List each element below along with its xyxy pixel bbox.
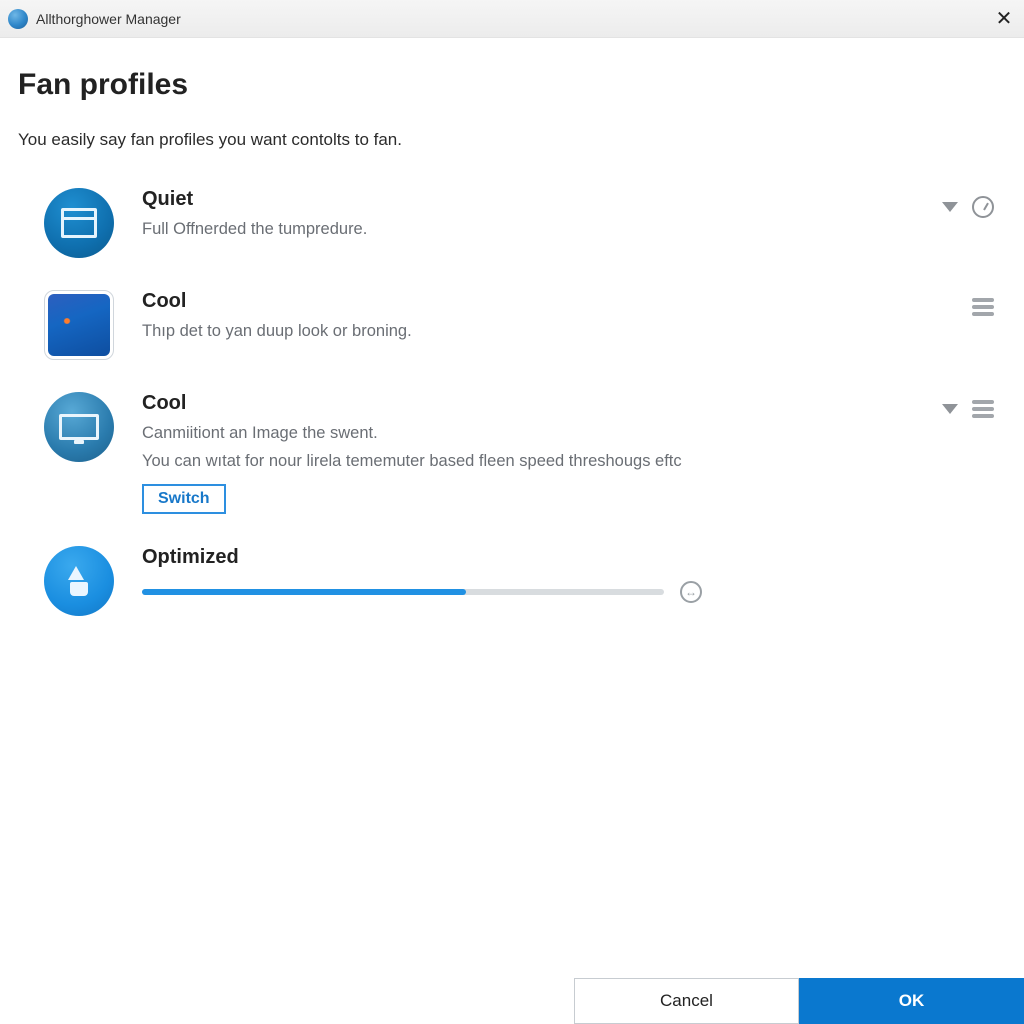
profile-desc-secondary: You can wıtat for nour lirela tememuter …: [142, 449, 942, 475]
profile-row-cool-a[interactable]: Cool Thıp det to yan duup look or bronin…: [18, 280, 1006, 382]
close-icon[interactable]: ✕: [990, 4, 1018, 32]
profile-desc: Full Offnerded the tumpredure.: [142, 217, 942, 243]
stack-icon[interactable]: [972, 298, 994, 316]
profile-title: Optimized: [142, 546, 1006, 569]
optimized-slider[interactable]: [142, 589, 664, 595]
wallpaper-thumb-icon: [44, 290, 114, 360]
page-title: Fan profiles: [18, 68, 1006, 102]
profile-title: Quiet: [142, 188, 942, 211]
titlebar: Allthorghower Manager ✕: [0, 0, 1024, 38]
chevron-down-icon[interactable]: [942, 202, 958, 212]
profile-title: Cool: [142, 392, 942, 415]
optimized-slider-fill: [142, 589, 466, 595]
gauge-icon[interactable]: [972, 196, 994, 218]
switch-button[interactable]: Switch: [142, 484, 226, 514]
monitor-icon: [44, 392, 114, 462]
profile-desc: Thıp det to yan duup look or broning.: [142, 319, 972, 345]
profile-row-cool-b[interactable]: Cool Canmiitiont an Image the swent. You…: [18, 382, 1006, 536]
slider-end-icon[interactable]: ↔: [680, 581, 702, 603]
content-area: Fan profiles You easily say fan profiles…: [0, 38, 1024, 758]
stack-icon[interactable]: [972, 400, 994, 418]
window-title: Allthorghower Manager: [36, 11, 181, 27]
ok-button[interactable]: OK: [799, 978, 1024, 1024]
bolt-icon: [44, 546, 114, 616]
window-icon: [44, 188, 114, 258]
dialog-footer: Cancel OK: [0, 978, 1024, 1024]
profile-row-quiet[interactable]: Quiet Full Offnerded the tumpredure.: [18, 178, 1006, 280]
profile-desc: Canmiitiont an Image the swent.: [142, 421, 942, 447]
cancel-button[interactable]: Cancel: [574, 978, 799, 1024]
chevron-down-icon[interactable]: [942, 404, 958, 414]
profile-title: Cool: [142, 290, 972, 313]
app-icon: [8, 9, 28, 29]
profile-row-optimized[interactable]: Optimized ↔: [18, 536, 1006, 638]
page-subtitle: You easily say fan profiles you want con…: [18, 130, 1006, 150]
